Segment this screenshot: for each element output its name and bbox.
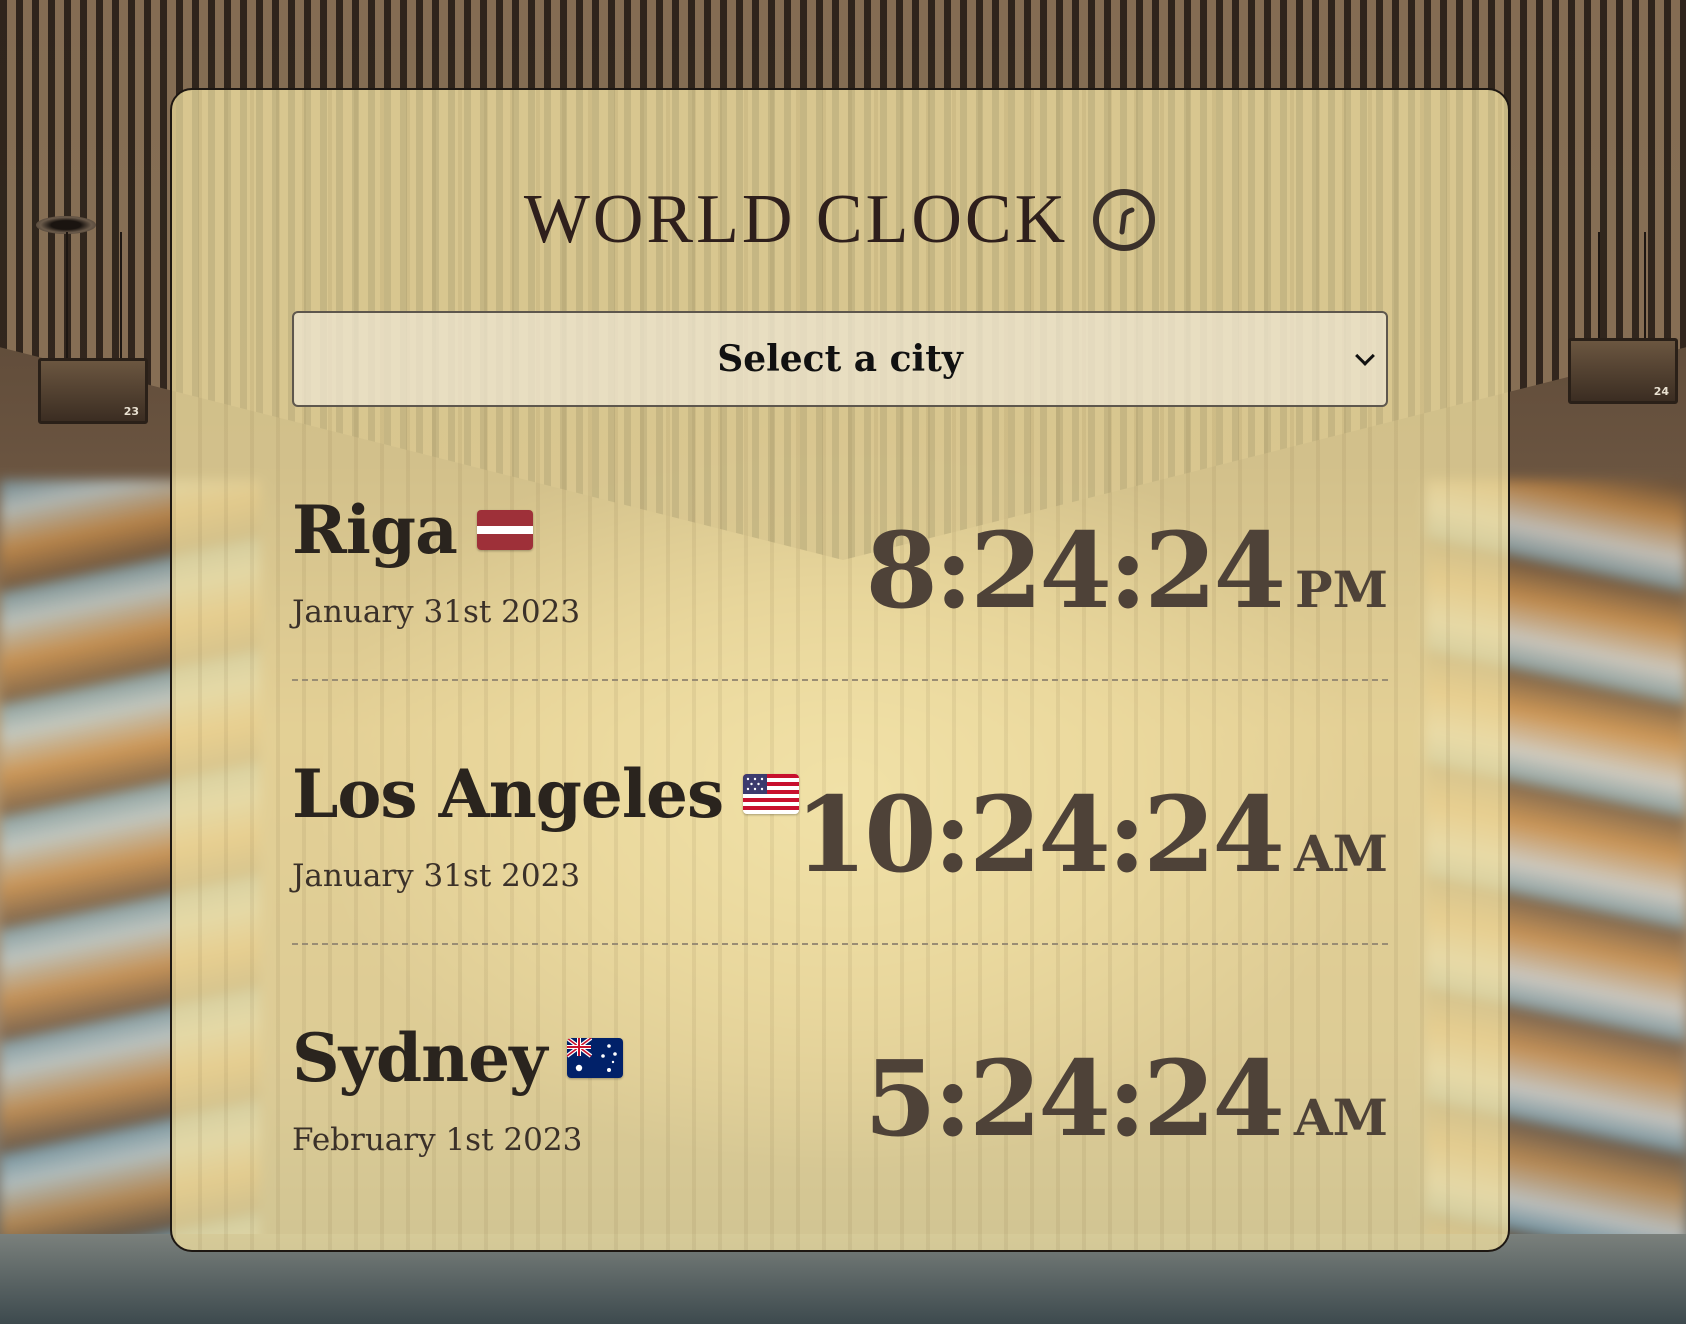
city-name-line: Los Angeles xyxy=(292,755,800,833)
header: WORLD CLOCK xyxy=(292,182,1388,258)
sign-hanger xyxy=(1644,232,1646,340)
platform-sign-left: 23 xyxy=(38,358,148,424)
city-date: January 31st 2023 xyxy=(292,858,581,894)
city-time-line: 8:24:24 PM xyxy=(865,519,1388,623)
usa-flag-icon xyxy=(743,774,800,814)
page-title: WORLD CLOCK xyxy=(523,181,1069,258)
city-name: Riga xyxy=(292,491,458,569)
card-content: WORLD CLOCK Select a city Riga January 3… xyxy=(292,90,1388,1250)
platform-number: 23 xyxy=(123,405,139,418)
city-time: 8:24:24 xyxy=(865,509,1286,632)
australia-flag-icon xyxy=(566,1038,623,1078)
city-row-los-angeles: Los Angeles January 31st 2023 10:24:24 A… xyxy=(292,743,1388,945)
city-select[interactable]: Select a city xyxy=(292,311,1388,407)
city-name: Sydney xyxy=(292,1019,547,1097)
city-name-line: Sydney xyxy=(292,1025,623,1091)
city-ampm: AM xyxy=(1293,1088,1388,1147)
chevron-down-icon xyxy=(1355,346,1375,366)
city-name-line: Riga xyxy=(292,497,533,563)
world-clock-card: WORLD CLOCK Select a city Riga January 3… xyxy=(170,88,1510,1252)
city-ampm: PM xyxy=(1295,560,1388,619)
city-ampm: AM xyxy=(1293,824,1388,883)
sign-hanger xyxy=(1598,232,1600,340)
city-name: Los Angeles xyxy=(292,755,724,833)
sign-hanger xyxy=(120,232,122,360)
city-time-line: 10:24:24 AM xyxy=(795,783,1388,887)
latvia-flag-icon xyxy=(476,510,533,550)
city-row-riga: Riga January 31st 2023 8:24:24 PM xyxy=(292,479,1388,681)
city-select-value: Select a city xyxy=(717,338,963,380)
sign-hanger xyxy=(66,232,68,360)
city-time: 10:24:24 xyxy=(794,773,1285,896)
city-date: February 1st 2023 xyxy=(292,1122,583,1158)
clock-icon xyxy=(1092,188,1156,252)
platform-sign-right: 24 xyxy=(1568,338,1678,404)
platform-number: 24 xyxy=(1653,385,1669,398)
city-date: January 31st 2023 xyxy=(292,594,581,630)
city-time-line: 5:24:24 AM xyxy=(864,1047,1388,1151)
city-time: 5:24:24 xyxy=(864,1037,1285,1160)
city-row-sydney: Sydney February 1st 2023 5:24:24 AM xyxy=(292,1007,1388,1207)
